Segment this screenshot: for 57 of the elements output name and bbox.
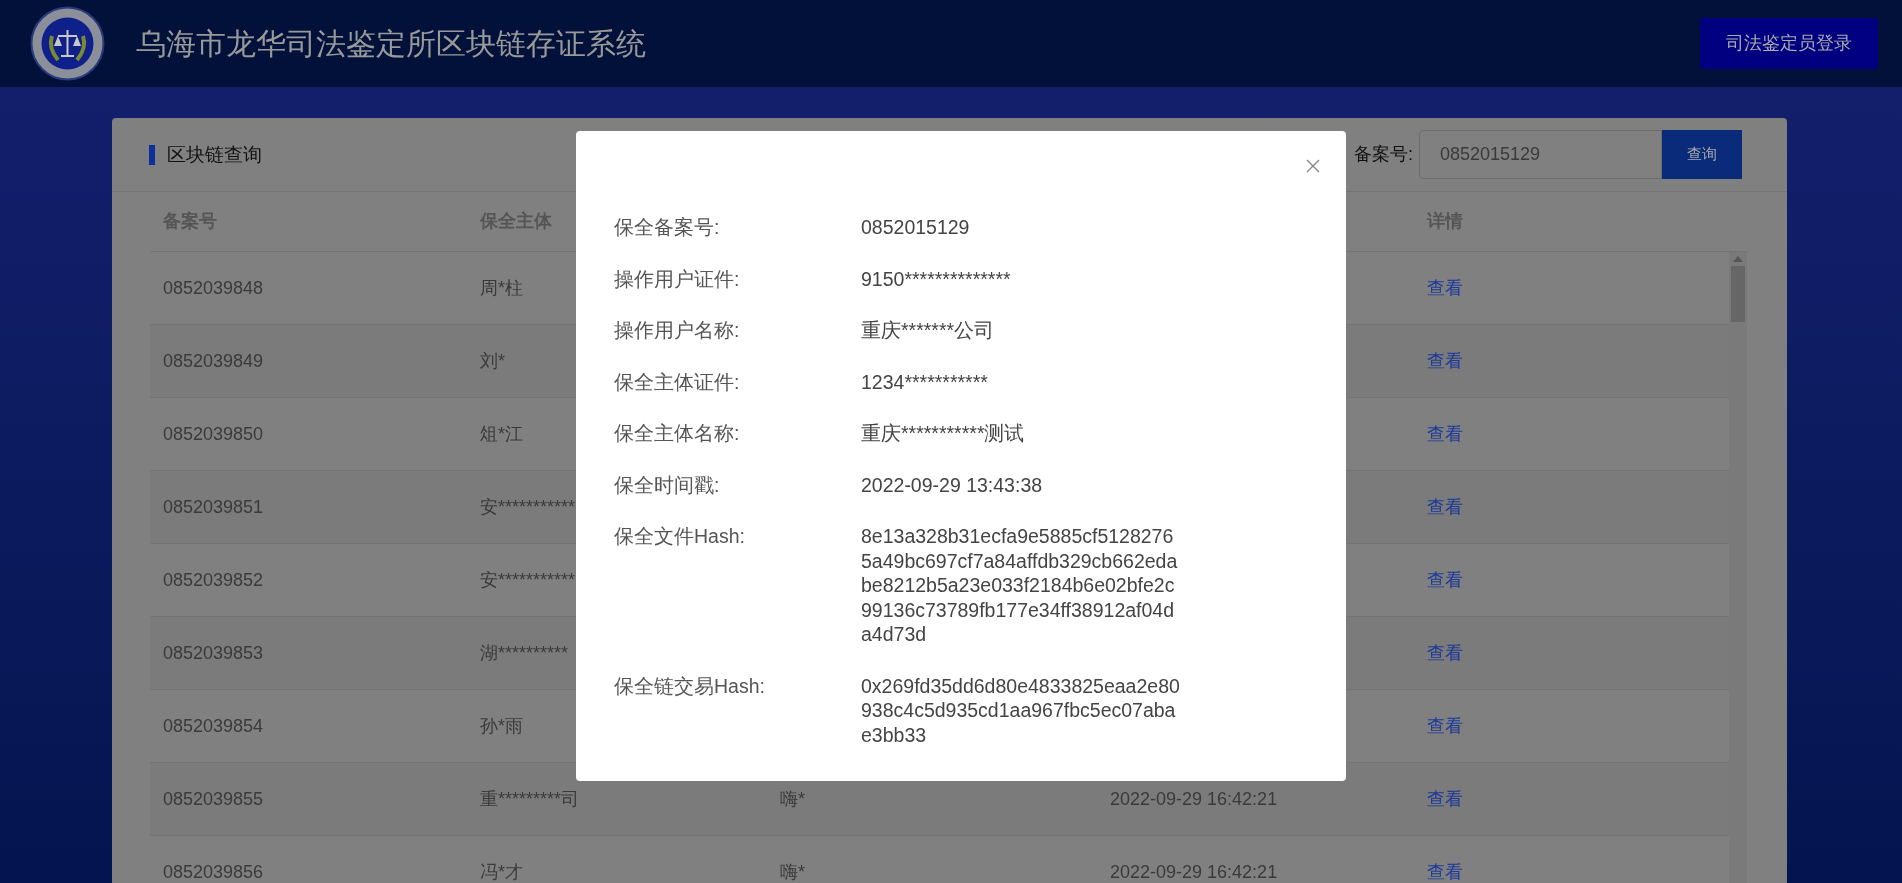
table-cell-text: 0852039856 [163,860,264,883]
table-cell-text: 安*********** [480,568,576,592]
view-link[interactable]: 查看 [1427,642,1463,663]
view-link[interactable]: 查看 [1427,569,1463,590]
field-label: 保全链交易Hash: [614,673,765,699]
table-cell-text: 2022-09-29 16:42:21 [1110,787,1278,811]
table-cell-text: 安*********** [480,495,576,519]
field-value: 重庆*******公司 [861,318,995,343]
table-cell-text: 周*柱 [480,276,523,300]
field-label: 保全备案号: [614,215,720,240]
table-cell-text: 0852039854 [163,714,264,738]
field-value: 8e13a328b31ecfa9e5885cf51282765a49bc697cf7a84affdb329cb662edabe8212b5a23e033f2184b6e02bfe2c99136c73789fb177e34ff38912af04da4d73d [861,524,1179,647]
view-link[interactable]: 查看 [1427,861,1463,882]
table-cell-text: 2022-09-29 16:42:21 [1110,860,1278,883]
scrollbar[interactable] [1729,252,1747,883]
search-label: 备案号: [1354,143,1413,166]
table-cell-text: 0852039855 [163,787,264,811]
field-label: 保全主体名称: [614,421,740,446]
scales-emblem-icon [30,6,105,81]
field-value: 0x269fd35dd6d80e4833825eaa2e80938c4c5d935cd1aa967fbc5ec07abae3bb33 [861,673,1181,747]
view-link[interactable]: 查看 [1427,277,1463,298]
table-cell-text: 0852039853 [163,641,264,665]
field-value: 2022-09-29 13:43:38 [861,472,1043,497]
table-cell-text: 俎*江 [480,422,523,446]
table-cell-text: 湖********** [480,641,569,665]
login-button[interactable]: 司法鉴定员登录 [1700,18,1878,69]
field-label: 保全文件Hash: [614,524,745,549]
field-label: 保全时间戳: [614,472,720,497]
panel-title: 区块链查询 [149,144,262,165]
field-label: 操作用户证件: [614,266,740,291]
field-value: 重庆***********测试 [861,421,1025,446]
field-value: 1234*********** [861,369,988,394]
table-cell-text: 刘* [480,349,505,373]
close-icon [1306,159,1320,173]
view-link[interactable]: 查看 [1427,423,1463,444]
table-cell-text: 嗨* [780,787,805,811]
field-label: 保全主体证件: [614,369,740,394]
field-value: 9150************** [861,266,1011,291]
table-cell-text: 0852039851 [163,495,264,519]
table-cell-text: 嗨* [780,860,805,883]
scroll-up-icon[interactable] [1733,256,1743,262]
view-link[interactable]: 查看 [1427,715,1463,736]
view-link[interactable]: 查看 [1427,350,1463,371]
view-link[interactable]: 查看 [1427,788,1463,809]
table-cell-text: 冯*才 [480,860,523,883]
search-button[interactable]: 查询 [1662,130,1742,179]
table-cell-text: 0852039849 [163,349,264,373]
table-cell-text: 0852039848 [163,276,264,300]
table-cell-text: 孙*雨 [480,714,523,738]
table-cell-text: 0852039852 [163,568,264,592]
field-label: 操作用户名称: [614,318,740,343]
search-field[interactable]: 0852015129 [1419,130,1662,179]
table-cell-text: 0852039850 [163,422,264,446]
view-link[interactable]: 查看 [1427,496,1463,517]
field-value: 0852015129 [861,215,970,240]
table-cell-text: 重*********司 [480,787,580,811]
site-title: 乌海市龙华司法鉴定所区块链存证系统 [136,26,646,62]
